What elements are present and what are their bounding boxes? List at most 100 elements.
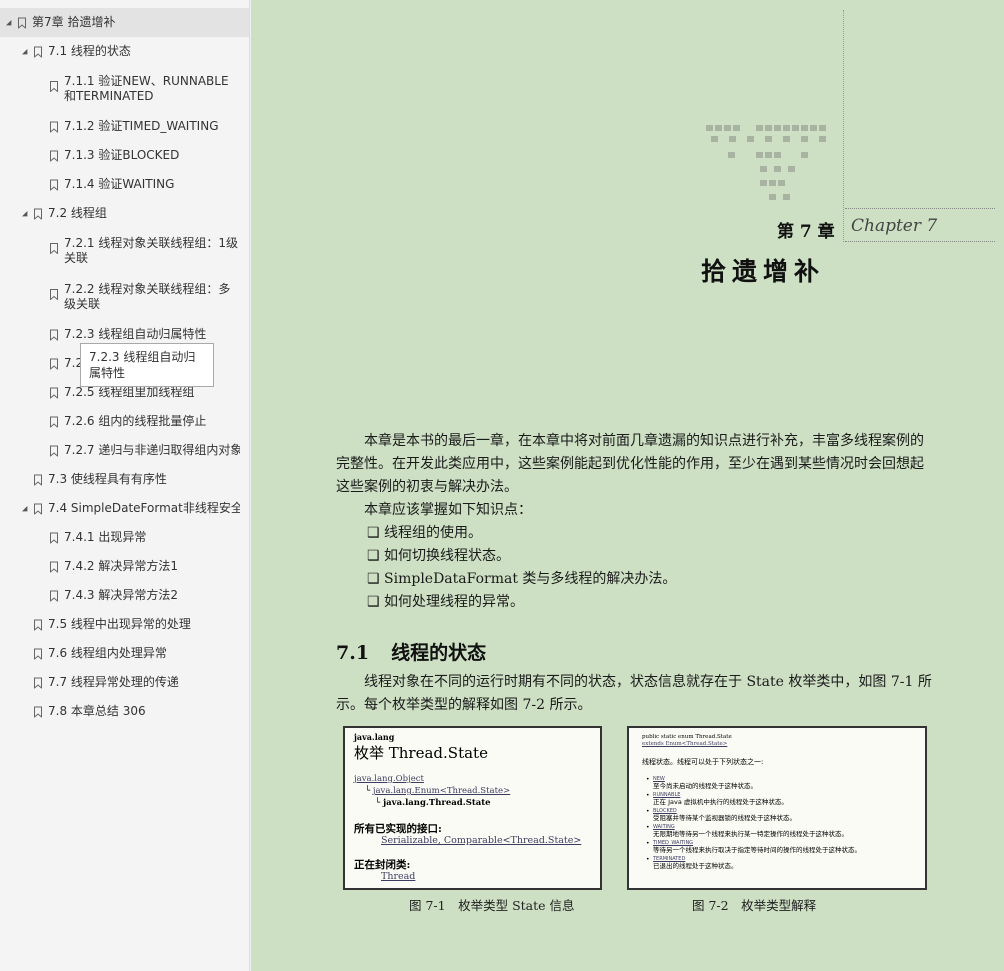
fig1-hierarchy-3: └ java.lang.Thread.State: [375, 798, 491, 808]
bookmark-item[interactable]: 7.4.2 解决异常方法1: [0, 552, 249, 581]
bookmark-label: 7.2.1 线程对象关联线程组：1级关联: [64, 236, 238, 265]
expand-toggle-icon[interactable]: ◢: [22, 206, 27, 221]
bookmark-label: 7.2.3 线程组自动归属特性: [64, 327, 207, 341]
figure-7-2: public static enum Thread.State extends …: [627, 726, 927, 890]
chapter-title: 拾遗增补: [701, 257, 826, 286]
bookmark-label: 7.2.5 线程组里加线程组: [64, 385, 195, 399]
bookmark-item[interactable]: 7.7 线程异常处理的传递: [0, 668, 249, 697]
bookmark-label: 7.5 线程中出现异常的处理: [48, 617, 191, 631]
bookmark-item[interactable]: 7.2.7 递归与非递归取得组内对象: [0, 436, 249, 465]
bookmark-item[interactable]: 7.1.4 验证WAITING: [0, 170, 249, 199]
fig1-hierarchy-2: └ java.lang.Enum<Thread.State>: [365, 786, 511, 796]
bookmark-label: 7.4.3 解决异常方法2: [64, 588, 178, 602]
fig2-state-list: • NEW 至今尚未启动的线程处于这种状态。 • RUNNABLE 正在 Java 虚拟机…: [646, 776, 925, 872]
bookmark-label: 第7章 拾遗增补: [32, 15, 116, 29]
bookmark-label: 7.6 线程组内处理异常: [48, 646, 167, 660]
figure-7-2-caption: 图 7-2 枚举类型解释: [692, 898, 817, 913]
bookmark-icon: [50, 121, 58, 133]
bookmark-icon: [50, 590, 58, 602]
bookmark-item[interactable]: ◢ 第7章 拾遗增补: [0, 8, 249, 37]
bookmark-label: 7.1.2 验证TIMED_WAITING: [64, 119, 219, 133]
bookmark-label: 7.4.2 解决异常方法1: [64, 559, 178, 573]
bookmark-icon: [50, 150, 58, 162]
fig2-state-desc: 至今尚未启动的线程处于这种状态。: [653, 782, 757, 790]
bookmark-icon: [50, 179, 58, 191]
bookmark-label: 7.2.7 递归与非递归取得组内对象: [64, 443, 240, 457]
bookmark-icon: [34, 208, 42, 220]
objective-item: ❑ 线程组的使用。: [367, 525, 483, 541]
bookmark-item[interactable]: 7.8 本章总结 306: [0, 697, 249, 726]
bookmark-icon: [34, 474, 42, 486]
fig2-state-item: • TIMED_WAITING 等待另一个线程来执行取决于指定等待时间的操作的线程处…: [646, 840, 925, 854]
objective-item: ❑ SimpleDataFormat 类与多线程的解决办法。: [367, 571, 677, 587]
bookmark-label: 7.1.4 验证WAITING: [64, 177, 175, 191]
bookmark-icon: [50, 289, 58, 301]
bookmark-item[interactable]: ◢ 7.2 线程组: [0, 199, 249, 228]
bookmark-icon: [50, 81, 58, 93]
fig2-state-item: • TERMINATED 已退出的线程处于这种状态。: [646, 856, 925, 870]
bookmark-icon: [50, 561, 58, 573]
fig1-interfaces-label: 所有已实现的接口:: [354, 823, 442, 835]
bookmark-label: 7.8 本章总结 306: [48, 704, 146, 718]
fig2-state-desc: 等待另一个线程来执行取决于指定等待时间的操作的线程处于这种状态。: [653, 846, 861, 854]
document-page: 第 7 章 Chapter 7 拾遗增补 本章是本书的最后一章，在本章中将对前面…: [251, 0, 1004, 971]
bookmark-item[interactable]: 7.4.3 解决异常方法2: [0, 581, 249, 610]
bookmark-item[interactable]: 7.2.2 线程对象关联线程组：多级关联: [0, 275, 249, 321]
bookmark-label: 7.2 线程组: [48, 206, 107, 220]
fig1-package: java.lang: [354, 732, 395, 742]
fig2-state-desc: 已退出的线程处于这种状态。: [653, 862, 738, 870]
bookmark-item[interactable]: 7.1.2 验证TIMED_WAITING: [0, 112, 249, 141]
bookmark-item[interactable]: 7.4.1 出现异常: [0, 523, 249, 552]
section-heading: 7.1 线程的状态: [336, 642, 487, 664]
fig1-enclosing: Thread: [381, 871, 416, 882]
expand-toggle-icon[interactable]: ◢: [22, 501, 27, 516]
bookmark-label: 7.4 SimpleDateFormat非线程安全: [48, 501, 240, 515]
fig2-state-item: • WAITING 无限期地等待另一个线程来执行某一特定操作的线程处于这种状态。: [646, 824, 925, 838]
bookmark-icon: [34, 46, 42, 58]
chapter-script-label: Chapter 7: [851, 216, 938, 236]
bookmark-item[interactable]: 7.3 使线程具有有序性: [0, 465, 249, 494]
bookmark-icon: [50, 387, 58, 399]
bookmark-icon: [34, 677, 42, 689]
bookmark-item[interactable]: 7.6 线程组内处理异常: [0, 639, 249, 668]
fig1-title: 枚举 Thread.State: [354, 744, 488, 762]
chapter-decoration-line: [843, 10, 844, 242]
bookmark-icon: [50, 243, 58, 255]
expand-toggle-icon[interactable]: ◢: [6, 15, 11, 30]
bookmark-icon: [50, 329, 58, 341]
bookmark-label: 7.1 线程的状态: [48, 44, 131, 58]
bookmark-label: 7.2.6 组内的线程批量停止: [64, 414, 207, 428]
figure-7-1-caption: 图 7-1 枚举类型 State 信息: [409, 898, 575, 913]
bookmark-icon: [34, 619, 42, 631]
bookmark-label: 7.1.3 验证BLOCKED: [64, 148, 180, 162]
bookmark-icon: [34, 706, 42, 718]
expand-toggle-icon[interactable]: ◢: [22, 44, 27, 59]
bookmark-item[interactable]: ◢ 7.4 SimpleDateFormat非线程安全: [0, 494, 249, 523]
bookmark-item[interactable]: 7.1.1 验证NEW、RUNNABLE和TERMINATED: [0, 67, 249, 113]
objective-item: ❑ 如何处理线程的异常。: [367, 594, 525, 610]
fig1-enclosing-label: 正在封闭类:: [354, 859, 411, 871]
bookmark-tooltip: 7.2.3 线程组自动归属特性: [80, 343, 214, 387]
fig2-state-item: • RUNNABLE 正在 Java 虚拟机中执行的线程处于这种状态。: [646, 792, 925, 806]
fig2-declaration: public static enum Thread.State: [642, 734, 732, 740]
fig2-state-desc: 正在 Java 虚拟机中执行的线程处于这种状态。: [653, 798, 788, 806]
fig2-extends: extends Enum<Thread.State>: [642, 741, 728, 747]
bookmark-item[interactable]: 7.1.3 验证BLOCKED: [0, 141, 249, 170]
bookmark-label: 7.3 使线程具有有序性: [48, 472, 167, 486]
bookmark-icon: [34, 503, 42, 515]
bookmark-item[interactable]: 7.5 线程中出现异常的处理: [0, 610, 249, 639]
intro-paragraph: 本章是本书的最后一章，在本章中将对前面几章遗漏的知识点进行补充，丰富多线程案例的…: [336, 433, 924, 495]
fig2-state-item: • NEW 至今尚未启动的线程处于这种状态。: [646, 776, 925, 790]
fig1-interfaces: Serializable, Comparable<Thread.State>: [381, 835, 582, 846]
bookmark-icon: [50, 445, 58, 457]
bookmark-item[interactable]: ◢ 7.1 线程的状态: [0, 37, 249, 66]
bookmark-label: 7.1.1 验证NEW、RUNNABLE和TERMINATED: [64, 74, 229, 103]
bookmark-label: 7.4.1 出现异常: [64, 530, 147, 544]
bookmark-item[interactable]: 7.2.1 线程对象关联线程组：1级关联: [0, 229, 249, 275]
section-paragraph: 线程对象在不同的运行时期有不同的状态，状态信息就存在于 State 枚举类中，如…: [336, 674, 932, 713]
bookmark-label: 7.2.2 线程对象关联线程组：多级关联: [64, 282, 231, 311]
bookmark-item[interactable]: 7.2.6 组内的线程批量停止: [0, 407, 249, 436]
bookmarks-panel: ◢ 第7章 拾遗增补 ◢ 7.1 线程的状态 7.1.1 验证NEW、RUNNABLE和…: [0, 0, 250, 971]
bookmark-label: 7.7 线程异常处理的传递: [48, 675, 179, 689]
fig2-state-item: • BLOCKED 受阻塞并等待某个监视器锁的线程处于这种状态。: [646, 808, 925, 822]
